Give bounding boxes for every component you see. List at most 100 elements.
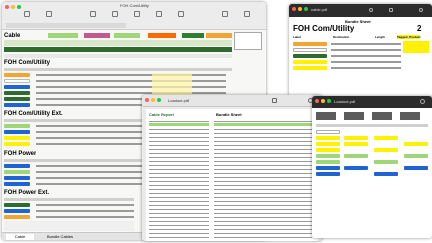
- table-row[interactable]: [4, 142, 30, 146]
- sheet-cell: [344, 136, 368, 140]
- pdf-row-data: [331, 49, 401, 51]
- window-controls[interactable]: [145, 98, 161, 102]
- row-data: [36, 86, 226, 88]
- row-data: [36, 80, 226, 82]
- note-cell[interactable]: [206, 33, 232, 38]
- col-tagged: Tagged_Product: [397, 35, 421, 39]
- table-row[interactable]: [4, 130, 30, 134]
- zoom-icon[interactable]: [369, 8, 373, 12]
- col-destination: Destination: [333, 35, 350, 39]
- window-controls[interactable]: [292, 7, 308, 11]
- window-controls[interactable]: [5, 5, 21, 9]
- sheet-cell: [404, 166, 428, 170]
- sheet-cell: [374, 148, 398, 152]
- table-row[interactable]: [4, 164, 30, 168]
- view-icon[interactable]: [46, 11, 52, 17]
- col-length: Length: [375, 35, 385, 39]
- shape-icon[interactable]: [156, 11, 162, 17]
- table-row[interactable]: [4, 215, 30, 219]
- sheet-subheader: [316, 124, 428, 127]
- sheet-cell: [404, 154, 428, 158]
- summary-row: [4, 221, 134, 231]
- tab-bundle-cables[interactable]: Bundle Cables: [38, 234, 82, 240]
- table-row[interactable]: [4, 124, 30, 128]
- table-row[interactable]: [4, 182, 30, 186]
- section-header-4: [4, 198, 134, 201]
- row-data: [36, 92, 226, 94]
- zoom-button[interactable]: [157, 98, 161, 102]
- format-icon[interactable]: [244, 11, 250, 17]
- table-row[interactable]: [4, 97, 30, 101]
- share-icon[interactable]: [222, 11, 228, 17]
- pdf-row: [293, 60, 327, 64]
- close-button[interactable]: [145, 98, 149, 102]
- close-button[interactable]: [5, 5, 9, 9]
- media-icon[interactable]: [178, 11, 184, 17]
- close-button[interactable]: [315, 99, 319, 103]
- header-row: [4, 54, 232, 58]
- zoom-button[interactable]: [17, 5, 21, 9]
- sheet-row: [316, 172, 340, 176]
- sheet-row: [316, 142, 340, 146]
- share-icon[interactable]: [389, 8, 393, 12]
- tab-cable[interactable]: Cable: [6, 234, 34, 240]
- table-row[interactable]: [4, 203, 30, 207]
- row-data: [36, 74, 226, 76]
- page-number: 2: [417, 24, 422, 33]
- pdf-row-data: [331, 67, 401, 69]
- row-data: [36, 204, 134, 206]
- tagged-highlight: [403, 41, 429, 53]
- minimize-button[interactable]: [321, 99, 325, 103]
- minimize-button[interactable]: [298, 7, 302, 11]
- section-title-2: FOH Com/Utility Ext.: [4, 111, 63, 117]
- pdf-row-data: [331, 55, 401, 57]
- category-cell[interactable]: [114, 33, 140, 38]
- pdf-filename: Loadout.pdf: [334, 99, 356, 104]
- table-icon[interactable]: [90, 11, 96, 17]
- ok-cell[interactable]: [182, 33, 204, 38]
- chart-icon[interactable]: [112, 11, 118, 17]
- undo-icon[interactable]: [24, 11, 30, 17]
- alert-cell[interactable]: [148, 33, 176, 38]
- table-row[interactable]: [4, 91, 30, 95]
- table-row[interactable]: [4, 136, 30, 140]
- col-label: Label: [293, 35, 301, 39]
- minimize-button[interactable]: [11, 5, 15, 9]
- row-data: [36, 177, 146, 179]
- tab-strip[interactable]: [6, 23, 126, 28]
- summary-box: [234, 32, 262, 50]
- table-row[interactable]: [4, 170, 30, 174]
- table-row[interactable]: [4, 209, 30, 213]
- sheet-row: [316, 130, 340, 134]
- pdf-window-loadout-sheet[interactable]: Loadout.pdf: [312, 96, 432, 238]
- pdf-window-bundle-sheet[interactable]: cable.pdf Bundle Sheet FOH Com/Utility 2…: [289, 4, 432, 97]
- pdf-column-headers: Label Destination Length Tagged_Product: [293, 35, 429, 39]
- zoom-button[interactable]: [327, 99, 331, 103]
- window-controls[interactable]: [315, 99, 331, 103]
- table-row[interactable]: [4, 73, 30, 77]
- table-row[interactable]: [4, 103, 30, 107]
- search-icon[interactable]: [420, 99, 425, 104]
- sheet-cell: [404, 142, 428, 146]
- row-data: [36, 210, 134, 212]
- table-row[interactable]: [4, 85, 30, 89]
- close-button[interactable]: [292, 7, 296, 11]
- row-data: [36, 216, 134, 218]
- pdf-window-loadout-report[interactable]: Loadout.pdf Cable Report Bundle Sheet: [142, 95, 322, 241]
- row-data: [36, 165, 146, 167]
- filter-cell[interactable]: [84, 33, 110, 38]
- text-icon[interactable]: [134, 11, 140, 17]
- document-page: Cable Report Bundle Sheet: [146, 109, 318, 241]
- minimize-button[interactable]: [151, 98, 155, 102]
- sidebar-icon[interactable]: [272, 98, 277, 103]
- table-row[interactable]: [4, 79, 30, 83]
- sheet-row: [316, 148, 340, 152]
- status-cell[interactable]: [48, 33, 78, 38]
- pdf-toolbar: Loadout.pdf: [142, 95, 322, 107]
- pdf-row-data: [331, 43, 401, 45]
- sheet-cell: [344, 142, 368, 146]
- search-icon[interactable]: [419, 8, 423, 12]
- section-title-3: FOH Power: [4, 151, 37, 157]
- zoom-button[interactable]: [304, 7, 308, 11]
- table-row[interactable]: [4, 176, 30, 180]
